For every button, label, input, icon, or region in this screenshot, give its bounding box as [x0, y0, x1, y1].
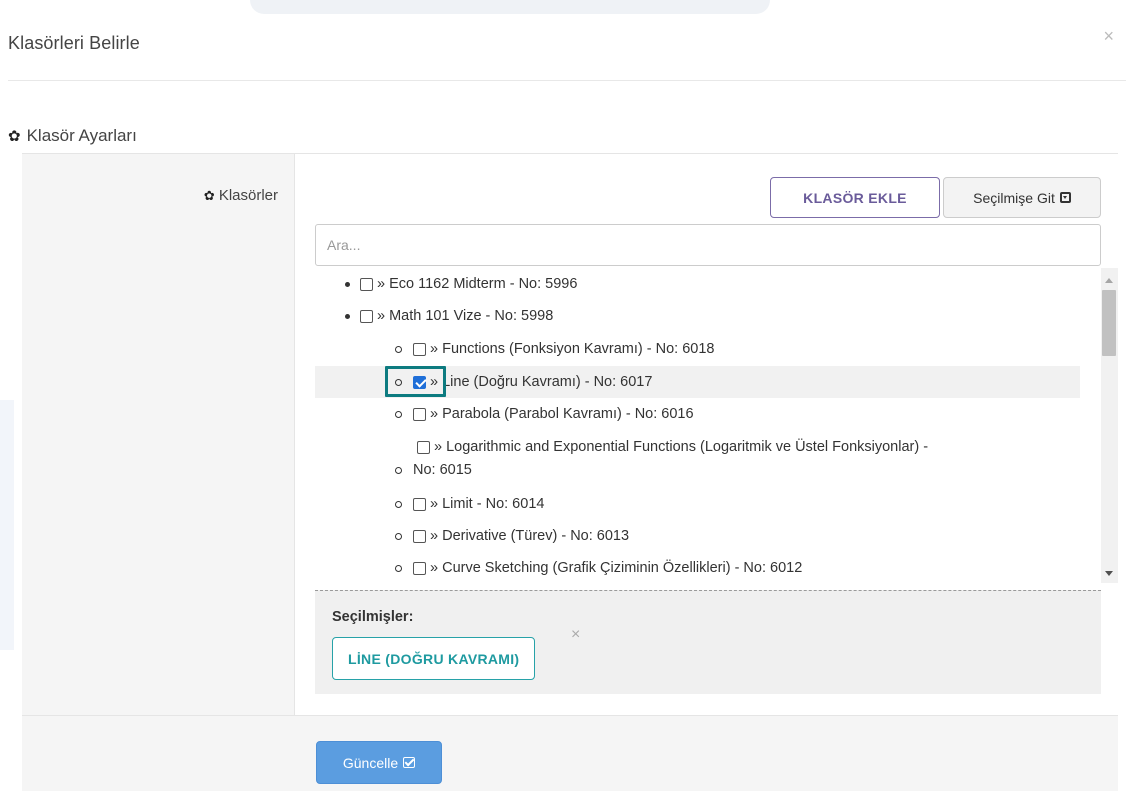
- folder-checkbox[interactable]: [360, 309, 373, 323]
- chip-remove-icon[interactable]: ×: [571, 627, 580, 643]
- selected-title: Seçilmişler:: [332, 609, 414, 625]
- tree-item-label: » Parabola (Parabol Kavramı) - No: 6016: [430, 406, 694, 422]
- add-folder-button[interactable]: KLASÖR EKLE: [770, 177, 940, 218]
- close-icon[interactable]: ×: [1103, 26, 1114, 47]
- tree-item[interactable]: » Math 101 Vize - No: 5998: [315, 300, 1080, 332]
- goto-selected-button[interactable]: Seçilmişe Git: [943, 177, 1101, 218]
- update-button-label: Güncelle: [342, 754, 399, 771]
- folder-checkbox[interactable]: [417, 440, 430, 454]
- modal-title: Klasörleri Belirle: [8, 33, 140, 53]
- tree-item-continuation: No: 6015: [315, 454, 1080, 486]
- tree-item-label-cont: No: 6015: [413, 462, 472, 478]
- scroll-up-icon[interactable]: [1105, 278, 1113, 283]
- divider: [8, 80, 1126, 81]
- tree-item[interactable]: » Parabola (Parabol Kavramı) - No: 6016: [315, 398, 1080, 430]
- tree-item-label: » Limit - No: 6014: [430, 496, 545, 512]
- tree-item-label: » Functions (Fonksiyon Kavramı) - No: 60…: [430, 341, 715, 357]
- tree-item[interactable]: » Derivative (Türev) - No: 6013: [315, 520, 1080, 552]
- caret-square-down-icon: [1059, 192, 1071, 203]
- search-input[interactable]: [315, 224, 1101, 266]
- folder-checkbox-checked[interactable]: [413, 375, 426, 389]
- folders-label: ✿ Klasörler: [204, 187, 278, 204]
- bullet-icon: [345, 281, 350, 287]
- folder-checkbox[interactable]: [413, 497, 426, 511]
- folder-checkbox[interactable]: [413, 342, 426, 356]
- scrollbar-thumb[interactable]: [1102, 290, 1116, 356]
- folder-tree: » Eco 1162 Midterm - No: 5996 » Math 101…: [315, 268, 1101, 583]
- selected-chip: LİNE (DOĞRU KAVRAMI): [332, 637, 536, 680]
- bullet-icon: [395, 410, 402, 418]
- folder-checkbox[interactable]: [413, 561, 426, 575]
- check-square-icon: [403, 757, 416, 768]
- tree-item-label: » Logarithmic and Exponential Functions …: [434, 439, 929, 455]
- goto-selected-label: Seçilmişe Git: [973, 189, 1055, 206]
- gear-icon: ✿: [203, 188, 215, 203]
- update-button[interactable]: Güncelle: [316, 741, 442, 784]
- section-title: Klasör Ayarları: [26, 126, 137, 145]
- bullet-icon: [395, 532, 402, 540]
- gear-icon: ✿: [8, 127, 21, 145]
- tree-item-label: » Math 101 Vize - No: 5998: [377, 308, 554, 324]
- tree-item[interactable]: » Curve Sketching (Grafik Çiziminin Özel…: [315, 552, 1080, 583]
- tree-item[interactable]: » Functions (Fonksiyon Kavramı) - No: 60…: [315, 333, 1080, 365]
- tree-item-label: » Eco 1162 Midterm - No: 5996: [377, 276, 578, 292]
- background-shape: [0, 400, 14, 650]
- folder-checkbox[interactable]: [360, 277, 373, 291]
- selected-items-box: Seçilmişler: LİNE (DOĞRU KAVRAMI) ×: [315, 590, 1101, 694]
- folder-checkbox[interactable]: [413, 407, 426, 421]
- folder-checkbox[interactable]: [413, 529, 426, 543]
- bullet-icon: [395, 378, 402, 386]
- folders-label-text: Klasörler: [218, 187, 278, 204]
- scroll-down-icon[interactable]: [1105, 571, 1113, 576]
- bullet-icon: [395, 500, 402, 508]
- bullet-icon: [345, 313, 350, 319]
- tree-item[interactable]: » Limit - No: 6014: [315, 488, 1080, 520]
- tree-item-label: » Curve Sketching (Grafik Çiziminin Özel…: [430, 560, 803, 576]
- bullet-icon: [395, 345, 402, 353]
- label-column: ✿ Klasörler: [22, 154, 295, 715]
- bullet-icon: [395, 564, 402, 572]
- section-header: ✿ Klasör Ayarları: [8, 126, 137, 146]
- background-shape: [250, 0, 770, 14]
- tree-item-label: » Line (Doğru Kavramı) - No: 6017: [430, 374, 653, 390]
- bullet-icon: [395, 466, 402, 474]
- tree-item[interactable]: » Line (Doğru Kavramı) - No: 6017: [315, 366, 1080, 398]
- tree-item-label: » Derivative (Türev) - No: 6013: [430, 528, 630, 544]
- modal-footer: [22, 715, 1118, 791]
- selected-chip-label: LİNE (DOĞRU KAVRAMI): [348, 650, 520, 667]
- tree-item[interactable]: » Eco 1162 Midterm - No: 5996: [315, 268, 1080, 300]
